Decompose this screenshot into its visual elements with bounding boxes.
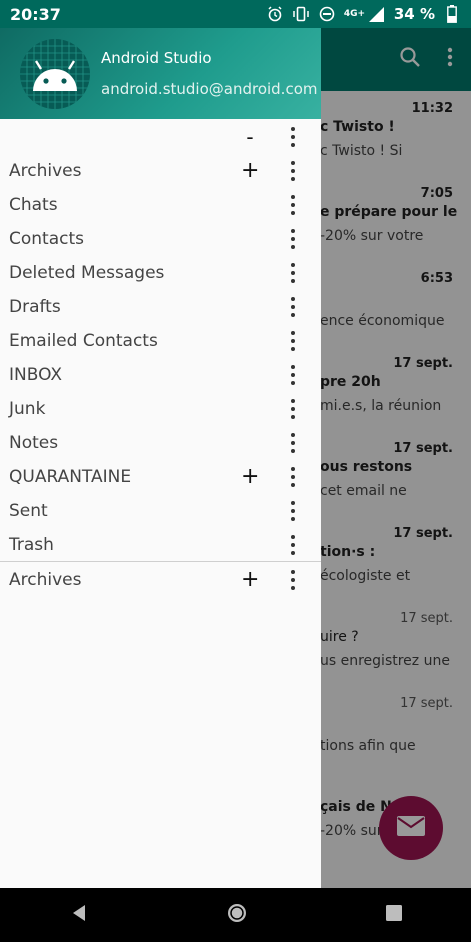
dnd-icon xyxy=(318,5,336,23)
alarm-icon xyxy=(266,5,284,23)
folder-label: Contacts xyxy=(9,229,84,249)
folder-label: Junk xyxy=(9,399,46,419)
folder-item-quarantaine[interactable]: QUARANTAINE + xyxy=(0,460,321,494)
folder-item-archives[interactable]: Archives + xyxy=(0,154,321,188)
more-vert-icon[interactable] xyxy=(286,192,300,218)
home-icon[interactable] xyxy=(226,902,248,928)
account-folder-header: - xyxy=(0,120,321,154)
collapse-button[interactable]: - xyxy=(241,127,259,147)
folder-label: Archives xyxy=(9,570,82,590)
more-vert-icon[interactable] xyxy=(286,158,300,184)
folder-item-sent[interactable]: Sent xyxy=(0,494,321,528)
folder-item-emailed-contacts[interactable]: Emailed Contacts xyxy=(0,324,321,358)
more-vert-icon[interactable] xyxy=(286,396,300,422)
folder-label: Notes xyxy=(9,433,59,453)
more-vert-icon[interactable] xyxy=(286,260,300,286)
more-vert-icon[interactable] xyxy=(286,124,300,150)
vibrate-icon xyxy=(292,5,310,23)
folder-label: Drafts xyxy=(9,297,61,317)
folder-label: Trash xyxy=(9,535,54,555)
expand-button[interactable]: + xyxy=(241,466,259,488)
status-bar: 20:37 4G+ 34 % xyxy=(0,0,471,28)
folder-label: Archives xyxy=(9,161,82,181)
more-vert-icon[interactable] xyxy=(286,532,300,558)
folder-label: Sent xyxy=(9,501,48,521)
expand-button[interactable]: + xyxy=(241,569,259,591)
status-time: 20:37 xyxy=(10,4,61,24)
status-icons: 4G+ 34 % xyxy=(266,5,461,23)
more-vert-icon[interactable] xyxy=(286,362,300,388)
more-vert-icon[interactable] xyxy=(286,464,300,490)
signal-icon xyxy=(368,5,386,23)
folder-label: Emailed Contacts xyxy=(9,331,158,351)
system-nav-bar xyxy=(0,888,471,942)
folder-item-chats[interactable]: Chats xyxy=(0,188,321,222)
expand-button[interactable]: + xyxy=(241,160,259,182)
back-icon[interactable] xyxy=(69,903,89,927)
account-email: android.studio@android.com xyxy=(101,80,318,98)
more-vert-icon[interactable] xyxy=(286,294,300,320)
navigation-drawer: Android Studio android.studio@android.co… xyxy=(0,28,321,888)
folder-item-deleted-messages[interactable]: Deleted Messages xyxy=(0,256,321,290)
drawer-header[interactable]: Android Studio android.studio@android.co… xyxy=(0,28,321,119)
folder-item-junk[interactable]: Junk xyxy=(0,392,321,426)
folder-item-drafts[interactable]: Drafts xyxy=(0,290,321,324)
folder-item-contacts[interactable]: Contacts xyxy=(0,222,321,256)
folder-item-inbox[interactable]: INBOX xyxy=(0,358,321,392)
folder-label: Chats xyxy=(9,195,58,215)
account-name: Android Studio xyxy=(101,49,212,67)
folder-item-trash[interactable]: Trash xyxy=(0,528,321,562)
folder-item-archives-second[interactable]: Archives + xyxy=(0,563,321,597)
recents-icon[interactable] xyxy=(385,904,403,926)
more-vert-icon[interactable] xyxy=(286,567,300,593)
more-vert-icon[interactable] xyxy=(286,430,300,456)
folder-label: INBOX xyxy=(9,365,63,385)
folder-label: Deleted Messages xyxy=(9,263,165,283)
avatar xyxy=(20,39,90,109)
more-vert-icon[interactable] xyxy=(286,226,300,252)
more-vert-icon[interactable] xyxy=(286,498,300,524)
folder-label: QUARANTAINE xyxy=(9,467,132,487)
account-divider xyxy=(0,561,321,562)
battery-icon xyxy=(443,5,461,23)
battery-percent: 34 % xyxy=(393,5,435,23)
more-vert-icon[interactable] xyxy=(286,328,300,354)
network-4g-icon: 4G+ xyxy=(343,8,366,19)
folder-item-notes[interactable]: Notes xyxy=(0,426,321,460)
